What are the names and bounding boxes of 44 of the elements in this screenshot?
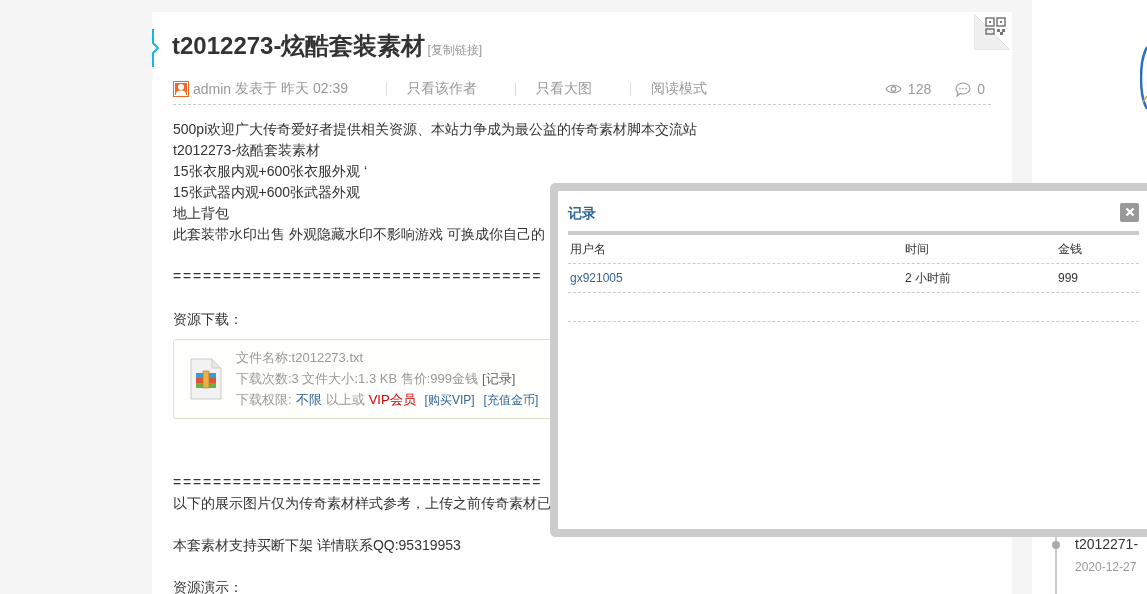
circle-logo-icon [1140, 46, 1147, 110]
body-text: 15张武器内观+600张武器外观 [173, 183, 361, 202]
user-link[interactable]: gx921005 [568, 271, 905, 285]
permission-label: 下载权限: [236, 391, 292, 409]
buy-vip-link[interactable]: [购买VIP] [424, 390, 475, 411]
permission-level: 不限 [295, 391, 322, 409]
table-cell: 999 [1058, 271, 1079, 285]
table-cell-text: 2 小时前 [905, 269, 952, 287]
timeline-dot-icon [1052, 541, 1060, 549]
body-text: 500pi欢迎广大传奇爱好者提供相关资源、本站力争成为最公益的传奇素材脚本交流站 [173, 120, 698, 139]
section-heading: 资源演示： [173, 578, 243, 594]
file-name: 文件名称:t2012273.txt [236, 349, 365, 367]
post-title: t2012273-炫酷套装素材 [172, 31, 426, 61]
recent-post-link[interactable]: t2012271- [1075, 536, 1139, 552]
permission-text: 以上或 [325, 391, 365, 409]
body-text: 15张衣服内观+600张衣服外观 ‘ [173, 162, 368, 181]
body-text: 地上背包 [173, 204, 229, 223]
column-header: 用户名 [569, 240, 607, 258]
file-stats: 下载次数:3 文件大小:1.3 KB 售价:999金钱 [236, 370, 478, 388]
avatar-icon [173, 81, 189, 97]
dialog-title: 记录 [568, 204, 596, 223]
separator-text: ===================================== [173, 267, 543, 286]
body-text: 此套装带水印出售 外观隐藏水印不影响游戏 可换成你自己的 [173, 225, 545, 244]
close-icon [1124, 207, 1135, 217]
comment-icon [955, 81, 972, 97]
close-button[interactable] [1120, 202, 1139, 222]
comment-count: 0 [977, 81, 985, 97]
body-text: 以下的展示图片仅为传奇素材样式参考，上传之前传奇素材已 [173, 494, 551, 513]
column-header: 时间 [905, 240, 930, 258]
section-heading: 资源下载： [173, 310, 243, 329]
records-link[interactable]: [记录] [482, 368, 516, 389]
title-marker-icon [152, 29, 159, 67]
view-count: 128 [907, 81, 932, 97]
body-text: 本套素材支持买断下架 详情联系QQ:95319953 [173, 536, 461, 555]
eye-icon [884, 83, 902, 95]
vip-label: VIP会员 [368, 391, 416, 409]
archive-file-icon [190, 358, 222, 400]
qr-code-icon[interactable] [974, 14, 1010, 50]
separator-text: ===================================== [173, 473, 543, 492]
column-header: 金钱 [1058, 240, 1082, 258]
post-time: 发表于 昨天 02:39 [235, 80, 348, 98]
body-text: t2012273-炫酷套装素材 [173, 141, 321, 160]
post-date: 2020-12-27 [1075, 560, 1138, 574]
recharge-link[interactable]: [充值金币] [483, 390, 539, 411]
